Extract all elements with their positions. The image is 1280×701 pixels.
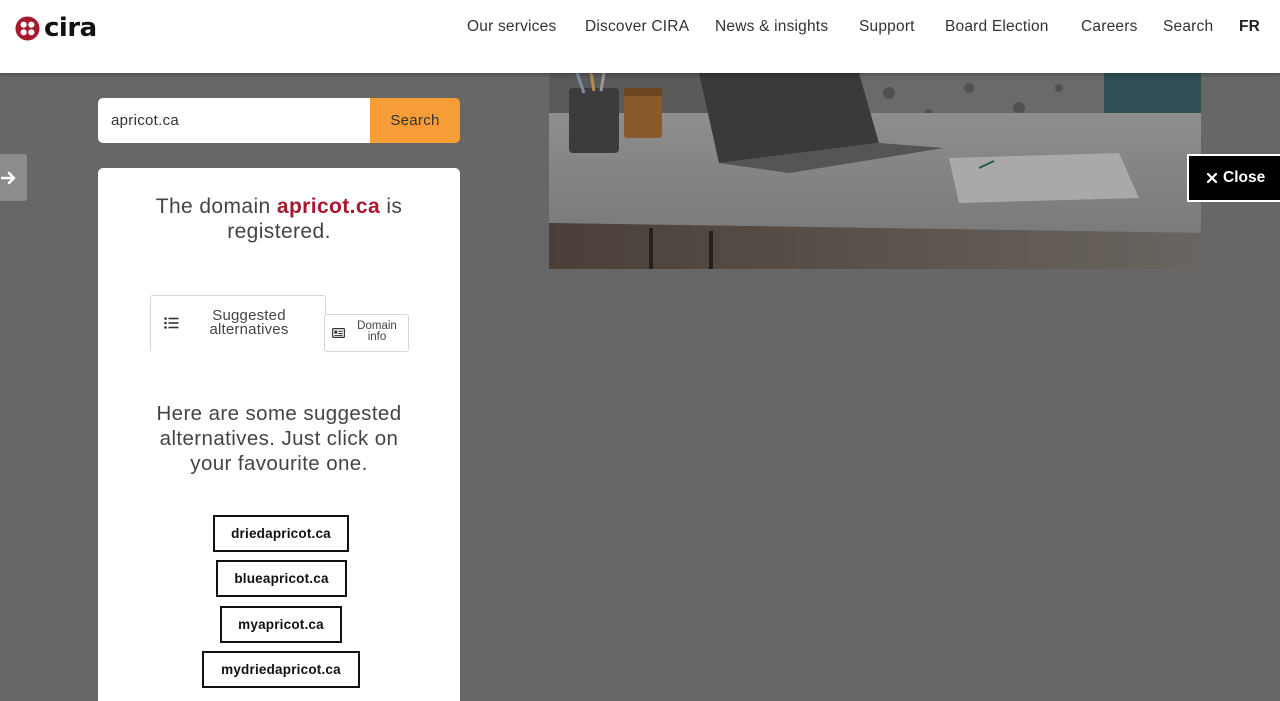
suggestion-button[interactable]: blueapricot.ca bbox=[216, 560, 347, 597]
site-header: cira Our services Discover CIRA News & i… bbox=[0, 0, 1280, 73]
suggestion-button[interactable]: myapricot.ca bbox=[220, 606, 342, 643]
close-label: Close bbox=[1223, 169, 1266, 186]
domain-status-message: The domain apricot.ca is registered. bbox=[98, 194, 460, 244]
searched-domain: apricot.ca bbox=[276, 195, 381, 218]
list-icon bbox=[164, 317, 179, 329]
close-button[interactable]: Close bbox=[1187, 154, 1280, 202]
main-nav: Our services Discover CIRA News & insigh… bbox=[0, 18, 1280, 38]
tab-suggested-alternatives-label: Suggested alternatives bbox=[209, 307, 289, 338]
nav-language-fr[interactable]: FR bbox=[1239, 18, 1260, 36]
nav-support[interactable]: Support bbox=[859, 18, 915, 36]
domain-result-card: The domain apricot.ca is registered. Sug… bbox=[98, 168, 460, 701]
suggestion-button[interactable]: mydriedapricot.ca bbox=[202, 651, 360, 688]
arrow-right-icon bbox=[1, 171, 16, 184]
nav-our-services[interactable]: Our services bbox=[467, 18, 556, 36]
tab-domain-info-label: Domain info bbox=[357, 320, 397, 343]
tab-suggested-alternatives[interactable]: Suggested alternatives bbox=[150, 295, 326, 351]
nav-careers[interactable]: Careers bbox=[1081, 18, 1138, 36]
suggestion-button[interactable]: driedapricot.ca bbox=[213, 515, 349, 552]
tab-domain-info[interactable]: Domain info bbox=[324, 314, 409, 352]
nav-news-insights[interactable]: News & insights bbox=[715, 18, 828, 36]
nav-board-election[interactable]: Board Election bbox=[945, 18, 1049, 36]
hero-photo bbox=[549, 73, 1201, 269]
nav-discover-cira[interactable]: Discover CIRA bbox=[585, 18, 689, 36]
domain-search-input[interactable] bbox=[98, 98, 371, 143]
search-button[interactable]: Search bbox=[370, 98, 460, 143]
expand-tab-button[interactable] bbox=[0, 154, 27, 201]
nav-search[interactable]: Search bbox=[1163, 18, 1213, 36]
status-prefix: The domain bbox=[155, 195, 277, 218]
id-card-icon bbox=[332, 328, 345, 338]
close-icon bbox=[1207, 173, 1217, 183]
suggestions-intro: Here are some suggested alternatives. Ju… bbox=[156, 402, 402, 475]
